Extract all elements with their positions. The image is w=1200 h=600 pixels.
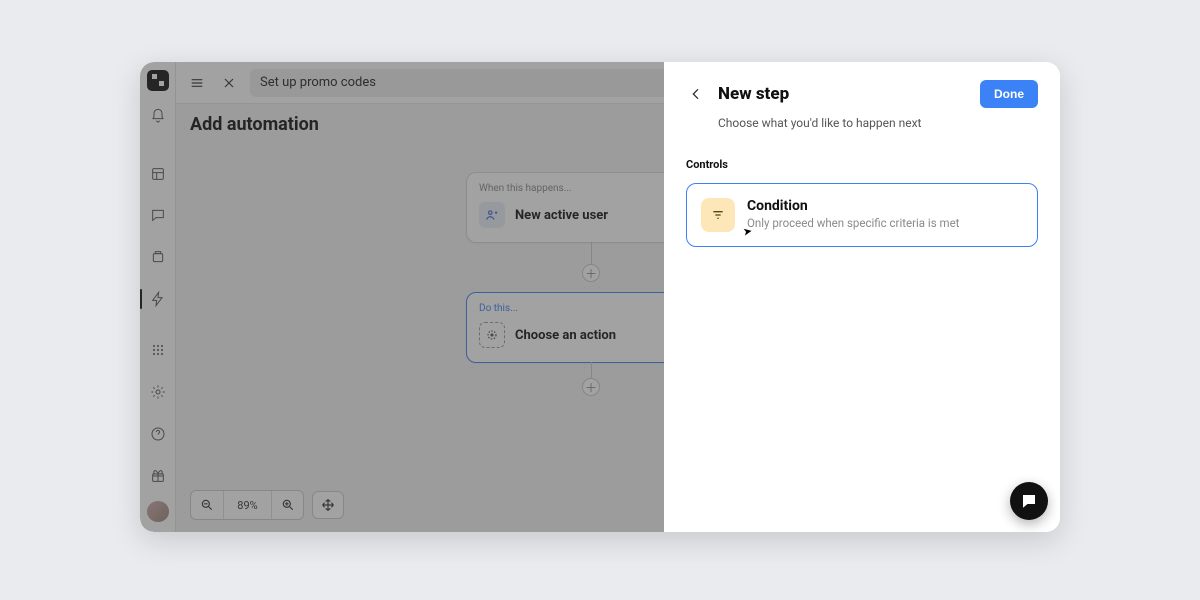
user-plus-icon xyxy=(479,202,505,228)
nav-settings[interactable] xyxy=(140,376,176,408)
trigger-value: New active user xyxy=(515,208,608,223)
done-button[interactable]: Done xyxy=(980,80,1038,108)
new-step-panel: New step Done Choose what you'd like to … xyxy=(664,62,1060,532)
option-title: Condition xyxy=(747,198,959,214)
menu-button[interactable] xyxy=(186,72,208,94)
page-title: Set up promo codes xyxy=(260,75,376,90)
nav-automations[interactable] xyxy=(140,283,176,315)
nav-layout[interactable] xyxy=(140,158,176,190)
pan-button[interactable] xyxy=(312,491,344,519)
cursor-icon: ➤ xyxy=(742,224,753,238)
nav-gifts[interactable] xyxy=(140,460,176,492)
left-sidebar xyxy=(140,62,176,532)
nav-comments[interactable] xyxy=(140,200,176,232)
zoom-toolbar: 89% xyxy=(190,490,344,520)
option-description: Only proceed when specific criteria is m… xyxy=(747,216,959,230)
help-chat-button[interactable] xyxy=(1010,482,1048,520)
nav-help[interactable] xyxy=(140,418,176,450)
page-heading: Add automation xyxy=(190,114,319,135)
panel-subtitle: Choose what you'd like to happen next xyxy=(718,116,1038,130)
option-condition[interactable]: Condition Only proceed when specific cri… xyxy=(686,183,1038,247)
zoom-in-button[interactable] xyxy=(271,491,303,519)
filter-icon xyxy=(701,198,735,232)
app-logo[interactable] xyxy=(147,70,169,91)
zoom-level[interactable]: 89% xyxy=(223,491,271,519)
nav-apps[interactable] xyxy=(140,335,176,367)
panel-title: New step xyxy=(718,84,789,104)
placeholder-action-icon xyxy=(479,322,505,348)
nav-collections[interactable] xyxy=(140,241,176,273)
add-step-button[interactable]: ＋ xyxy=(582,264,600,282)
panel-section-label: Controls xyxy=(686,158,1038,171)
nav-notifications[interactable] xyxy=(140,101,176,133)
user-avatar[interactable] xyxy=(147,501,169,522)
action-value: Choose an action xyxy=(515,328,616,343)
zoom-out-button[interactable] xyxy=(191,491,223,519)
close-button[interactable] xyxy=(218,72,240,94)
back-button[interactable] xyxy=(686,84,706,104)
add-step-button-2[interactable]: ＋ xyxy=(582,378,600,396)
app-window: Set up promo codes Paused Add automation… xyxy=(140,62,1060,532)
